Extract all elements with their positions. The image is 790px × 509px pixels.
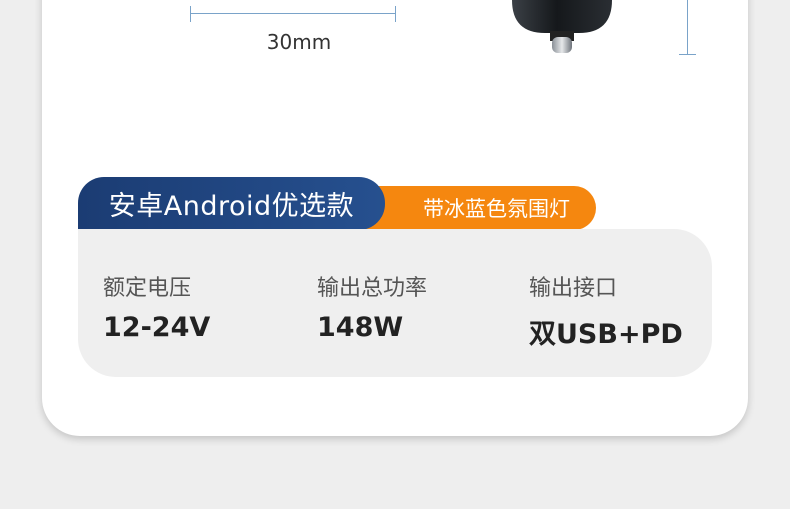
ambient-light-badge-text: 带冰蓝色氛围灯	[423, 197, 570, 221]
spec-voltage-value: 12-24V	[103, 312, 211, 343]
width-dimension-label: 30mm	[266, 30, 332, 54]
spec-voltage-label: 额定电压	[103, 276, 192, 301]
height-dimension-line	[687, 0, 688, 55]
spec-power: 输出总功率 148W	[317, 270, 427, 343]
android-edition-badge: 安卓Android优选款	[78, 177, 385, 230]
car-charger-side-image	[512, 0, 612, 53]
spec-ports-label: 输出接口	[529, 276, 618, 301]
dimension-tick-left	[190, 6, 191, 22]
dimension-tick-right	[395, 6, 396, 22]
charger-front-lens-image	[180, 0, 330, 2]
spec-power-value: 148W	[317, 312, 404, 343]
spec-ports: 输出接口 双USB+PD	[529, 270, 683, 351]
spec-panel: 额定电压 12-24V 输出总功率 148W 输出接口 双USB+PD	[78, 229, 712, 377]
spec-ports-value: 双USB+PD	[529, 319, 683, 350]
height-dimension-tick	[679, 54, 696, 55]
ambient-light-badge: 带冰蓝色氛围灯	[360, 186, 596, 230]
spec-voltage: 额定电压 12-24V	[103, 270, 210, 343]
spec-power-label: 输出总功率	[317, 276, 428, 301]
android-edition-badge-text: 安卓Android优选款	[108, 191, 355, 222]
width-dimension-line	[190, 13, 396, 14]
